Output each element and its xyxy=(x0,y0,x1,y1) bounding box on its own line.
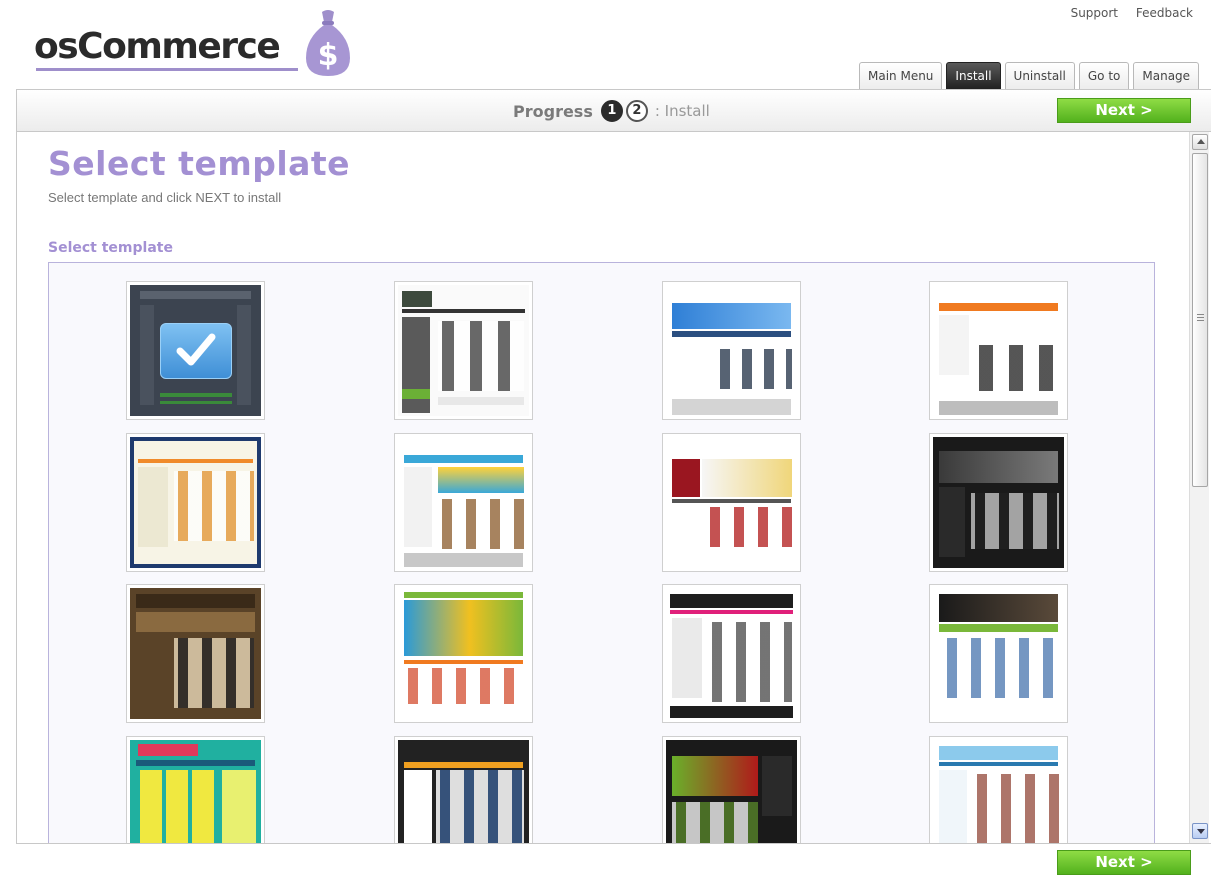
svg-text:$: $ xyxy=(318,38,339,73)
template-preview xyxy=(933,740,1064,843)
template-gallery xyxy=(48,262,1155,843)
tab-manage[interactable]: Manage xyxy=(1133,62,1200,90)
section-label: Select template xyxy=(48,240,173,256)
progress-bar: Progress 1 2 : Install xyxy=(16,89,1211,132)
template-thumb[interactable] xyxy=(394,736,533,843)
template-preview xyxy=(398,437,529,568)
template-preview xyxy=(130,437,261,568)
template-preview xyxy=(666,588,797,719)
template-thumb[interactable] xyxy=(662,281,801,420)
money-bag-icon: $ xyxy=(306,10,350,76)
template-thumb[interactable] xyxy=(662,584,801,723)
template-preview xyxy=(130,588,261,719)
top-links: Support Feedback xyxy=(1057,6,1193,20)
logo-underline xyxy=(36,68,298,71)
tab-go-to[interactable]: Go to xyxy=(1078,62,1130,90)
oscommerce-logo: osCommerce $ xyxy=(34,8,364,80)
main-tabs: Main Menu Install Uninstall Go to Manage xyxy=(859,62,1203,90)
template-thumb[interactable] xyxy=(662,736,801,843)
template-preview xyxy=(398,285,529,416)
template-preview xyxy=(666,740,797,843)
template-preview-selected xyxy=(130,285,261,416)
template-thumb[interactable] xyxy=(394,281,533,420)
template-thumb[interactable] xyxy=(126,433,265,572)
template-preview xyxy=(666,285,797,416)
template-thumb[interactable] xyxy=(929,281,1068,420)
step-1-badge: 1 xyxy=(600,100,623,122)
tab-main-menu[interactable]: Main Menu xyxy=(859,62,943,90)
footer-divider xyxy=(16,843,1211,844)
tab-install[interactable]: Install xyxy=(946,62,1001,90)
scroll-down-button[interactable] xyxy=(1192,823,1208,839)
next-button-top[interactable]: Next > xyxy=(1057,98,1191,123)
template-thumb[interactable] xyxy=(929,736,1068,843)
template-thumb[interactable] xyxy=(126,584,265,723)
support-link[interactable]: Support xyxy=(1071,6,1118,20)
template-thumb[interactable] xyxy=(126,281,265,420)
content-area: Select template Select template and clic… xyxy=(16,132,1211,843)
template-thumb[interactable] xyxy=(929,584,1068,723)
step-2-badge: 2 xyxy=(625,100,648,122)
template-thumb[interactable] xyxy=(394,433,533,572)
template-thumb[interactable] xyxy=(394,584,533,723)
arrow-up-icon xyxy=(1197,139,1205,144)
checkmark-icon xyxy=(176,333,216,366)
template-preview xyxy=(398,588,529,719)
progress-label: Progress xyxy=(513,101,593,121)
template-thumb[interactable] xyxy=(929,433,1068,572)
template-thumb[interactable] xyxy=(662,433,801,572)
scroll-up-button[interactable] xyxy=(1192,134,1208,150)
next-button-bottom[interactable]: Next > xyxy=(1057,850,1191,875)
page-subtitle: Select template and click NEXT to instal… xyxy=(48,190,282,205)
template-preview xyxy=(666,437,797,568)
logo-text: osCommerce xyxy=(34,26,281,67)
template-preview xyxy=(933,285,1064,416)
step-name: : Install xyxy=(654,102,710,120)
page-title: Select template xyxy=(48,144,351,183)
template-preview xyxy=(933,437,1064,568)
vertical-scrollbar[interactable] xyxy=(1189,132,1209,843)
template-preview xyxy=(130,740,261,843)
feedback-link[interactable]: Feedback xyxy=(1136,6,1193,20)
grip-icon xyxy=(1197,314,1204,321)
template-preview xyxy=(398,740,529,843)
template-preview xyxy=(933,588,1064,719)
tab-uninstall[interactable]: Uninstall xyxy=(1004,62,1075,90)
scrollbar-thumb[interactable] xyxy=(1192,153,1208,487)
template-thumb[interactable] xyxy=(126,736,265,843)
arrow-down-icon xyxy=(1197,829,1205,834)
progress-indicator: Progress 1 2 : Install xyxy=(513,100,710,122)
